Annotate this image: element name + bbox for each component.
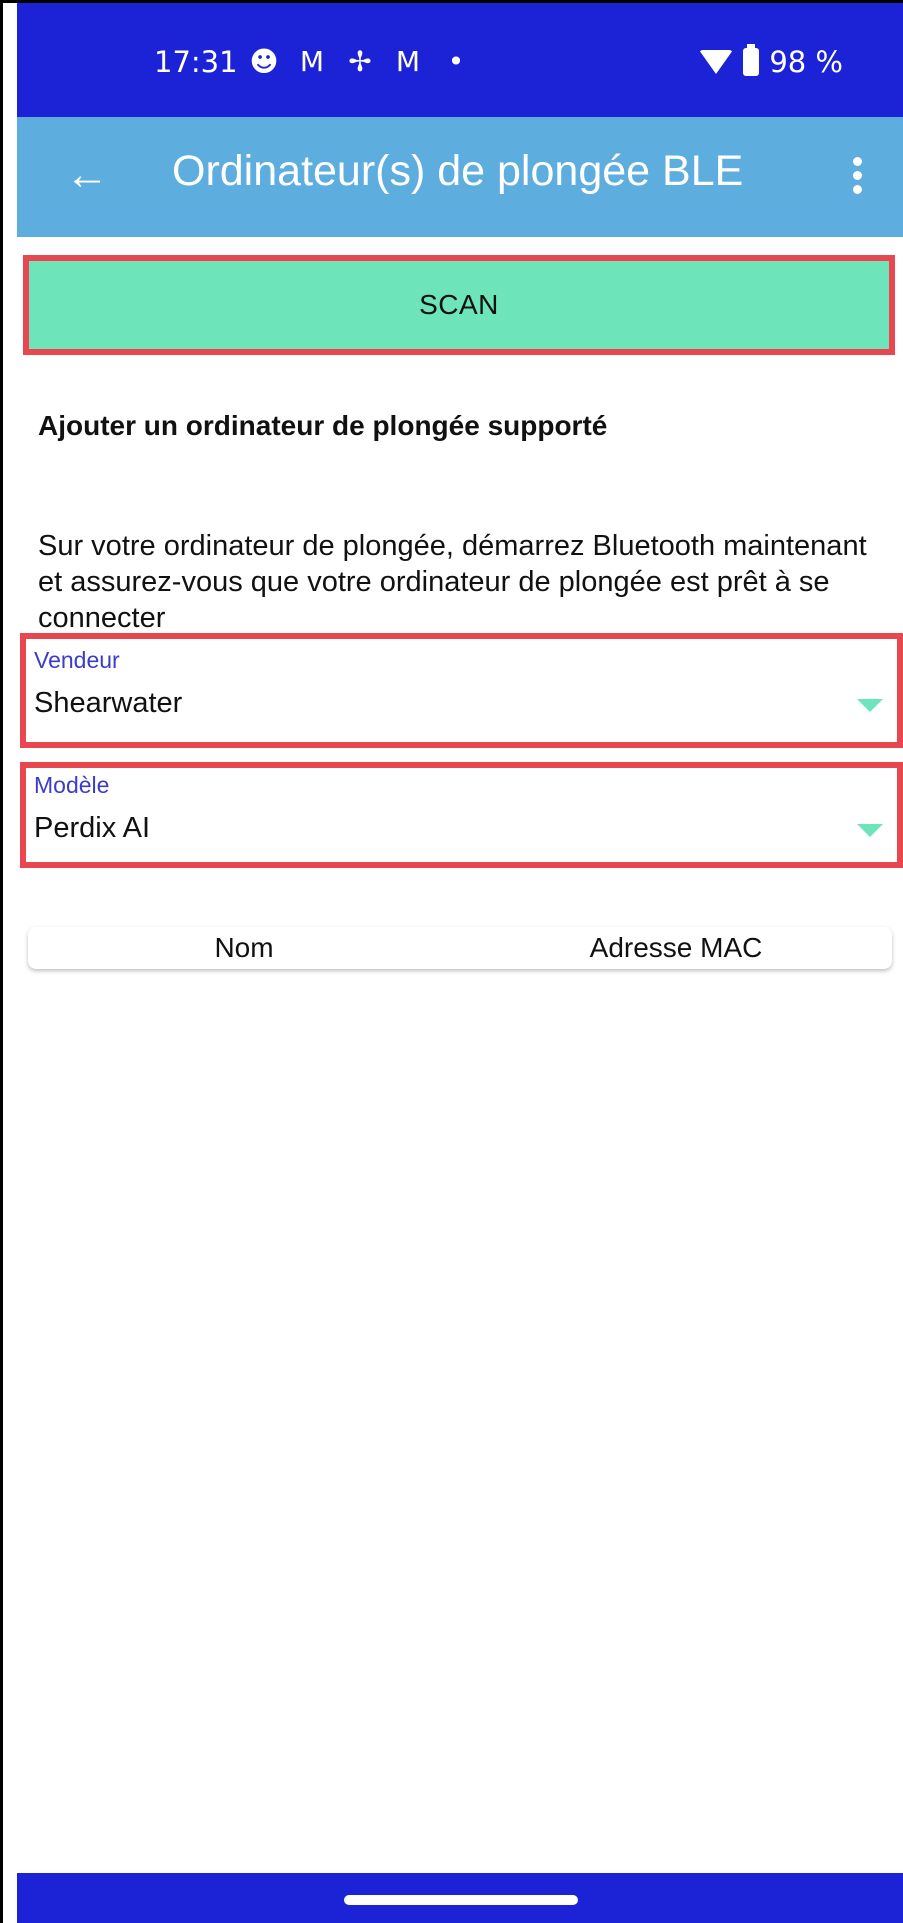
vendor-value: Shearwater [34,687,183,719]
home-gesture-handle[interactable] [344,1895,578,1905]
wifi-icon [699,50,734,74]
instructions-text: Sur votre ordinateur de plongée, démarre… [38,530,867,634]
device-table-header: Nom Adresse MAC [28,927,892,969]
model-value: Perdix AI [34,812,151,844]
navigation-bar [17,1873,903,1923]
overflow-menu-icon[interactable] [847,157,867,197]
gmail-icon: M [395,45,421,78]
vendor-dropdown[interactable]: Vendeur Shearwater [20,633,903,748]
status-time: 17:31 [154,45,238,79]
page-title: Ordinateur(s) de plongée BLE [172,147,744,195]
notification-icons: ☻ M ✢ M • [247,45,473,78]
battery-percent: 98 % [769,45,843,79]
gmail-icon: M [299,45,325,78]
dot-icon: • [447,45,465,78]
vendor-label: Vendeur [34,647,120,673]
status-bar: 17:31 ☻ M ✢ M • 98 % [17,3,903,117]
battery-icon [743,44,760,76]
column-header-mac[interactable]: Adresse MAC [460,927,892,969]
system-status: 98 % [699,44,843,79]
column-header-name[interactable]: Nom [28,927,460,969]
section-title: Ajouter un ordinateur de plongée support… [38,410,608,441]
dropdown-arrow-icon [857,699,883,712]
fan-icon: ✢ [348,45,372,78]
model-label: Modèle [34,772,110,798]
back-arrow-icon[interactable]: ← [57,145,117,205]
window-frame-left [0,0,3,1923]
scan-button[interactable]: SCAN [23,255,895,355]
model-dropdown[interactable]: Modèle Perdix AI [20,762,903,868]
app-bar: ← Ordinateur(s) de plongée BLE [17,117,903,237]
face-icon: ☻ [249,45,279,78]
dropdown-arrow-icon [857,824,883,837]
